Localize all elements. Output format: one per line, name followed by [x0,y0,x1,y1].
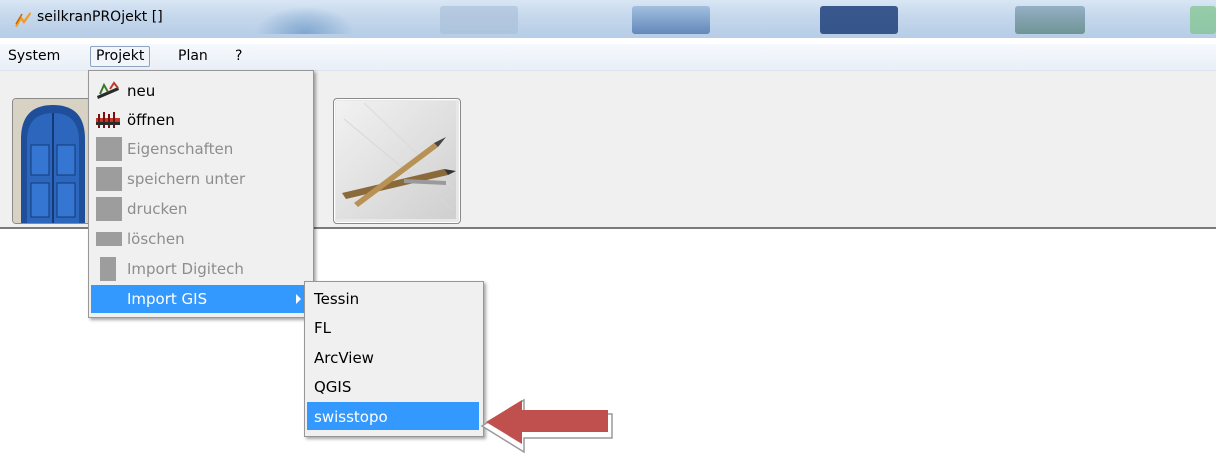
menu-projekt[interactable]: Projekt [90,46,151,67]
title-bar-decoration [255,6,355,34]
menu-system[interactable]: System [3,47,65,66]
submenu-item-label: Tessin [314,290,360,308]
placeholder-icon [96,232,122,246]
menu-item-label: neu [127,82,156,100]
window-title: seilkranPROjekt [] [37,9,163,25]
menu-item-label: öffnen [127,111,175,129]
menu-item-label: speichern unter [127,170,246,188]
menu-item-label: Import GIS [127,290,208,308]
menu-item-drucken[interactable]: drucken [91,195,311,223]
import-gis-submenu: Tessin FL ArcView QGIS swisstopo [304,281,484,437]
title-bar-decoration [440,6,518,34]
menu-item-oeffnen[interactable]: öffnen [91,106,311,134]
submenu-item-label: ArcView [314,349,374,367]
title-bar-decoration [1015,6,1085,34]
submenu-item-tessin[interactable]: Tessin [307,284,479,312]
menu-item-speichern-unter[interactable]: speichern unter [91,165,311,193]
submenu-item-label: swisstopo [314,408,388,426]
door-icon [13,99,93,223]
app-icon [15,12,31,27]
open-project-icon [96,112,120,128]
placeholder-icon [96,197,122,221]
submenu-item-label: FL [314,319,331,337]
submenu-item-fl[interactable]: FL [307,313,479,341]
title-bar: seilkranPROjekt [] [0,0,1216,38]
menu-item-label: drucken [127,200,188,218]
menu-plan[interactable]: Plan [173,47,213,66]
submenu-arrow-icon [296,294,301,304]
pencil-drawing-icon [336,101,456,219]
title-bar-decoration [820,6,898,34]
menu-help[interactable]: ? [230,47,247,66]
placeholder-icon [96,137,122,161]
plan-image-button[interactable] [333,98,461,224]
new-project-icon [97,81,119,99]
placeholder-icon [96,167,122,191]
title-bar-decoration [632,6,710,34]
menu-item-neu[interactable]: neu [91,77,311,105]
menu-item-label: Import Digitech [127,260,244,278]
projekt-dropdown-menu: neu öffnen Eigenschaften speichern unter… [88,70,314,318]
placeholder-icon [100,257,116,281]
submenu-item-swisstopo[interactable]: swisstopo [307,402,479,430]
submenu-item-label: QGIS [314,378,352,396]
submenu-item-arcview[interactable]: ArcView [307,343,479,371]
annotation-arrow-icon [480,398,613,454]
menu-item-label: löschen [127,230,185,248]
menu-item-import-gis[interactable]: Import GIS [91,285,311,313]
submenu-item-qgis[interactable]: QGIS [307,372,479,400]
menu-item-eigenschaften[interactable]: Eigenschaften [91,135,311,163]
menu-bar: System Projekt Plan ? [0,44,1216,71]
title-bar-decoration [1190,6,1216,34]
menu-item-label: Eigenschaften [127,140,234,158]
menu-item-loeschen[interactable]: löschen [91,225,311,253]
open-project-image-button[interactable] [12,98,94,224]
menu-item-import-digitech[interactable]: Import Digitech [91,255,311,283]
